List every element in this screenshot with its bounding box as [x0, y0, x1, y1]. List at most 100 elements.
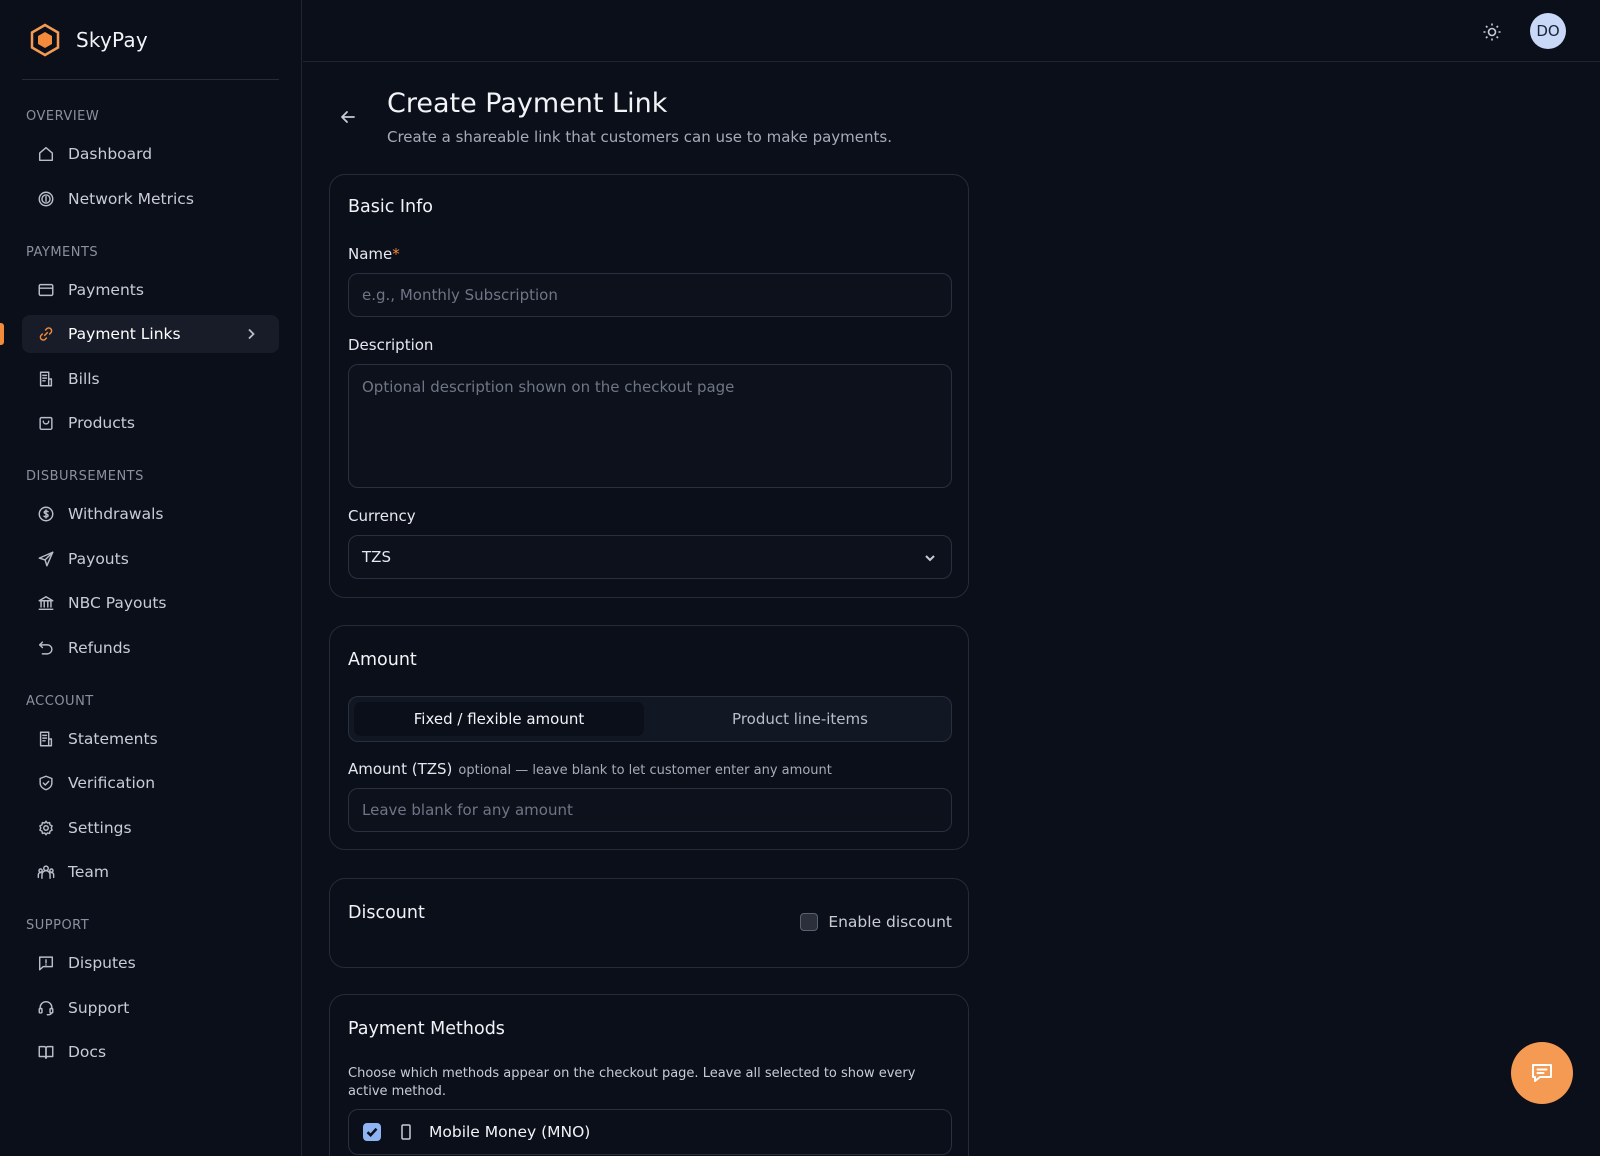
- enable-discount-toggle[interactable]: Enable discount: [800, 913, 952, 931]
- name-label-text: Name: [348, 245, 393, 263]
- sidebar-item-settings[interactable]: Settings: [22, 809, 279, 847]
- page-title: Create Payment Link: [387, 88, 668, 119]
- receipt-icon: [36, 369, 56, 389]
- sidebar-item-disputes[interactable]: Disputes: [22, 944, 279, 982]
- brand[interactable]: SkyPay: [22, 0, 279, 80]
- amount-card: Amount Fixed / flexible amount Product l…: [329, 625, 969, 850]
- card-title: Basic Info: [348, 197, 434, 217]
- sidebar-item-team[interactable]: Team: [22, 853, 279, 891]
- discount-card: Discount Enable discount: [329, 878, 969, 968]
- sidebar-item-label: Bills: [68, 369, 100, 388]
- amount-label-text: Amount (TZS): [348, 760, 453, 778]
- name-placeholder: e.g., Monthly Subscription: [362, 286, 558, 304]
- avatar[interactable]: DO: [1530, 13, 1566, 49]
- description-placeholder: Optional description shown on the checko…: [362, 378, 735, 396]
- sidebar-item-payouts[interactable]: Payouts: [22, 540, 279, 578]
- name-input[interactable]: e.g., Monthly Subscription: [348, 273, 952, 317]
- nav-section-disbursements: DISBURSEMENTS Withdrawals Payouts NBC Pa…: [0, 468, 301, 667]
- card-icon: [36, 280, 56, 300]
- section-title: SUPPORT: [26, 918, 90, 933]
- amount-placeholder: Leave blank for any amount: [362, 801, 573, 819]
- sidebar-item-payments[interactable]: Payments: [22, 271, 279, 309]
- send-icon: [36, 549, 56, 569]
- enable-discount-label: Enable discount: [828, 913, 952, 931]
- sidebar-item-label: Payouts: [68, 549, 129, 568]
- basic-info-card: Basic Info Name* e.g., Monthly Subscript…: [329, 174, 969, 598]
- sidebar-item-products[interactable]: Products: [22, 404, 279, 442]
- payment-method-row[interactable]: Mobile Money (MNO): [348, 1109, 952, 1155]
- sidebar-item-payment-links[interactable]: Payment Links: [0, 315, 279, 353]
- active-indicator: [0, 323, 4, 345]
- section-title: PAYMENTS: [26, 244, 99, 260]
- sidebar-item-label: Products: [68, 414, 135, 432]
- network-coin-icon: [36, 189, 56, 209]
- sidebar-item-label: Dashboard: [68, 145, 153, 163]
- amount-hint: optional — leave blank to let customer e…: [458, 763, 832, 778]
- amount-mode-toggle: Fixed / flexible amount Product line-ite…: [348, 696, 952, 742]
- tab-fixed-flexible-amount[interactable]: Fixed / flexible amount: [354, 702, 644, 736]
- nav-section-payments: PAYMENTS Payments Payment Links Bills Pr…: [0, 244, 301, 443]
- required-marker: *: [392, 245, 400, 263]
- nav-section-support: SUPPORT Disputes Support Docs: [0, 917, 301, 1071]
- sidebar-item-withdrawals[interactable]: Withdrawals: [22, 495, 279, 533]
- sidebar-item-label: Team: [68, 863, 109, 881]
- card-title: Discount: [348, 903, 425, 923]
- sidebar-item-label: Payment Links: [68, 325, 181, 343]
- tab-product-line-items[interactable]: Product line-items: [655, 702, 945, 736]
- page-subtitle: Create a shareable link that customers c…: [387, 128, 892, 146]
- section-title: DISBURSEMENTS: [26, 469, 144, 484]
- amount-input[interactable]: Leave blank for any amount: [348, 788, 952, 832]
- sidebar-item-label: Docs: [68, 1043, 107, 1061]
- chat-icon: [1529, 1060, 1555, 1086]
- sidebar-item-verification[interactable]: Verification: [22, 764, 279, 802]
- sidebar-item-bills[interactable]: Bills: [22, 360, 279, 398]
- chat-button[interactable]: [1511, 1042, 1573, 1104]
- sidebar-item-label: Withdrawals: [68, 505, 164, 523]
- headset-icon: [36, 998, 56, 1018]
- sidebar-item-statements[interactable]: Statements: [22, 720, 279, 758]
- dollar-circle-icon: [36, 504, 56, 524]
- sidebar-item-label: Payments: [68, 280, 144, 299]
- sidebar-item-label: Settings: [68, 818, 132, 837]
- amount-label: Amount (TZS) optional — leave blank to le…: [348, 760, 832, 778]
- currency-value: TZS: [362, 548, 391, 566]
- link-icon: [36, 324, 56, 344]
- theme-toggle-button[interactable]: [1480, 20, 1504, 44]
- payment-method-label: Mobile Money (MNO): [429, 1123, 591, 1141]
- description-label: Description: [348, 336, 434, 354]
- back-button[interactable]: [339, 108, 361, 130]
- nav-section-account: ACCOUNT Statements Verification Settings…: [0, 693, 301, 892]
- payment-methods-help: Choose which methods appear on the check…: [348, 1066, 916, 1099]
- chevron-down-icon: [923, 551, 937, 565]
- card-title: Amount: [348, 650, 417, 670]
- sidebar-item-label: NBC Payouts: [68, 594, 167, 612]
- shield-check-icon: [36, 773, 56, 793]
- sidebar-item-label: Support: [68, 998, 130, 1017]
- sidebar-item-label: Disputes: [68, 954, 136, 972]
- sidebar-item-docs[interactable]: Docs: [22, 1033, 279, 1071]
- gear-icon: [36, 818, 56, 838]
- payment-methods-card: Payment Methods Choose which methods app…: [329, 994, 969, 1156]
- sidebar-item-refunds[interactable]: Refunds: [22, 629, 279, 667]
- description-textarea[interactable]: Optional description shown on the checko…: [348, 364, 952, 488]
- sidebar-item-network-metrics[interactable]: Network Metrics: [22, 180, 279, 218]
- nav-section-overview: OVERVIEW Dashboard Network Metrics: [0, 108, 301, 218]
- hexagon-logo-icon: [28, 23, 62, 57]
- topbar: DO: [303, 0, 1600, 62]
- chevron-right-icon: [243, 326, 259, 342]
- sun-icon: [1482, 22, 1502, 42]
- document-icon: [36, 729, 56, 749]
- sidebar-item-label: Refunds: [68, 638, 131, 657]
- sidebar-item-nbc-payouts[interactable]: NBC Payouts: [22, 584, 279, 622]
- brand-name: SkyPay: [76, 27, 148, 52]
- sidebar-item-dashboard[interactable]: Dashboard: [22, 135, 279, 173]
- enable-discount-checkbox[interactable]: [800, 913, 819, 931]
- phone-icon: [399, 1124, 413, 1140]
- name-label: Name*: [348, 245, 400, 263]
- sidebar-item-label: Verification: [68, 774, 156, 792]
- sidebar-item-support[interactable]: Support: [22, 989, 279, 1027]
- mobile-money-checkbox[interactable]: [363, 1123, 381, 1141]
- arrow-left-icon: [339, 111, 357, 130]
- currency-select[interactable]: TZS: [348, 535, 952, 579]
- team-icon: [36, 862, 56, 882]
